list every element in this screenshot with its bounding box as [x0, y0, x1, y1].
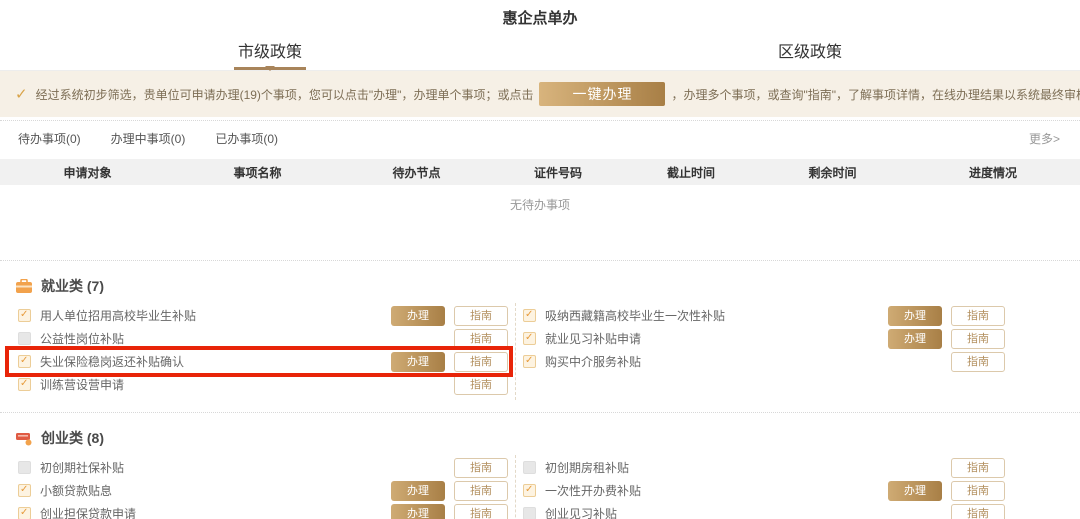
- policy-item-label: 一次性开办费补贴: [545, 482, 888, 499]
- page-title: 惠企点单办: [0, 0, 1080, 28]
- policy-item-label: 创业见习补贴: [545, 505, 951, 519]
- handle-button[interactable]: 办理: [391, 481, 445, 501]
- policy-item: 创业担保贷款申请 办理 指南: [18, 502, 508, 519]
- section-title: 就业类 (7): [41, 276, 104, 296]
- guide-button[interactable]: 指南: [454, 375, 508, 395]
- policy-item-label: 小额贷款贴息: [40, 482, 391, 499]
- policy-item-label: 用人单位招用高校毕业生补贴: [40, 307, 391, 324]
- policy-item-label: 初创期社保补贴: [40, 459, 454, 476]
- employment-right-column: 吸纳西藏籍高校毕业生一次性补贴 办理 指南 就业见习补贴申请 办理 指南 购买中…: [515, 303, 1080, 400]
- col-progress: 进度情况: [906, 164, 1080, 181]
- tab-district-policy-label: 区级政策: [774, 38, 846, 70]
- col-deadline: 截止时间: [623, 164, 759, 181]
- policy-item: 创业见习补贴 指南: [523, 502, 1005, 519]
- guide-button[interactable]: 指南: [951, 329, 1005, 349]
- guide-button[interactable]: 指南: [454, 458, 508, 478]
- section-title: 创业类 (8): [41, 428, 104, 448]
- col-applicant: 申请对象: [0, 164, 175, 181]
- policy-item-label: 购买中介服务补贴: [545, 353, 951, 370]
- policy-item: 初创期社保补贴 指南: [18, 456, 508, 479]
- policy-item: 吸纳西藏籍高校毕业生一次性补贴 办理 指南: [523, 304, 1005, 327]
- section-employment-header: 就业类 (7): [0, 261, 1080, 303]
- checkbox[interactable]: [523, 332, 536, 345]
- empty-state-text: 无待办事项: [0, 185, 1080, 260]
- checkbox[interactable]: [18, 507, 31, 519]
- guide-button[interactable]: 指南: [454, 504, 508, 519]
- handle-button[interactable]: 办理: [391, 504, 445, 519]
- tab-done-items[interactable]: 已办事项(0): [215, 130, 278, 147]
- guide-button[interactable]: 指南: [454, 306, 508, 326]
- entrepreneurship-left-column: 初创期社保补贴 指南 小额贷款贴息 办理 指南 创业担保贷款申请 办理 指南: [0, 455, 515, 519]
- handle-button[interactable]: 办理: [391, 352, 445, 372]
- notice-text-before: 经过系统初步筛选，贵单位可申请办理(19)个事项，您可以点击"办理"，办理单个事…: [36, 86, 534, 103]
- guide-button[interactable]: 指南: [951, 306, 1005, 326]
- guide-button[interactable]: 指南: [951, 458, 1005, 478]
- policy-item-label: 公益性岗位补贴: [40, 330, 454, 347]
- checkbox[interactable]: [523, 484, 536, 497]
- policy-item-label: 就业见习补贴申请: [545, 330, 888, 347]
- section-entrepreneurship: 创业类 (8) 初创期社保补贴 指南 小额贷款贴息 办理 指南 创业担保贷: [0, 413, 1080, 519]
- tab-district-policy[interactable]: 区级政策: [540, 38, 1080, 70]
- checkbox[interactable]: [523, 309, 536, 322]
- policy-level-tabs: 市级政策 区级政策: [0, 38, 1080, 71]
- policy-item: 用人单位招用高校毕业生补贴 办理 指南: [18, 304, 508, 327]
- policy-item-label: 失业保险稳岗返还补贴确认: [40, 353, 391, 370]
- checkbox[interactable]: [18, 355, 31, 368]
- checkbox[interactable]: [18, 332, 31, 345]
- guide-button[interactable]: 指南: [951, 481, 1005, 501]
- guide-button[interactable]: 指南: [454, 352, 508, 372]
- policy-item-label: 创业担保贷款申请: [40, 505, 391, 519]
- handle-button[interactable]: 办理: [888, 329, 942, 349]
- checkbox[interactable]: [18, 484, 31, 497]
- one-click-handle-button[interactable]: 一键办理: [539, 82, 665, 106]
- guide-button[interactable]: 指南: [454, 481, 508, 501]
- col-remaining-time: 剩余时间: [759, 164, 906, 181]
- checkbox[interactable]: [523, 507, 536, 519]
- checkbox[interactable]: [18, 309, 31, 322]
- col-certificate-no: 证件号码: [493, 164, 623, 181]
- handle-button[interactable]: 办理: [391, 306, 445, 326]
- tab-todo-items[interactable]: 待办事项(0): [18, 130, 81, 147]
- policy-item: 就业见习补贴申请 办理 指南: [523, 327, 1005, 350]
- policy-item: 一次性开办费补贴 办理 指南: [523, 479, 1005, 502]
- flag-chart-icon: [16, 431, 32, 446]
- tab-city-policy[interactable]: 市级政策: [0, 38, 540, 70]
- section-employment: 就业类 (7) 用人单位招用高校毕业生补贴 办理 指南 公益性岗位补贴 指南: [0, 261, 1080, 400]
- policy-item: 公益性岗位补贴 指南: [18, 327, 508, 350]
- checkbox[interactable]: [523, 461, 536, 474]
- policy-item: 小额贷款贴息 办理 指南: [18, 479, 508, 502]
- tab-city-policy-label: 市级政策: [234, 38, 306, 70]
- guide-button[interactable]: 指南: [951, 504, 1005, 519]
- policy-item-label: 吸纳西藏籍高校毕业生一次性补贴: [545, 307, 888, 324]
- todo-tabs-bar: 待办事项(0) 办理中事项(0) 已办事项(0) 更多>: [0, 121, 1080, 154]
- notice-text-after: ，办理多个事项，或查询"指南"，了解事项详情，在线办理结果以系统最终审核为准 。: [671, 86, 1080, 103]
- notice-bar: ✓ 经过系统初步筛选，贵单位可申请办理(19)个事项，您可以点击"办理"，办理单…: [0, 71, 1080, 117]
- checkbox[interactable]: [18, 378, 31, 391]
- todo-table-header: 申请对象 事项名称 待办节点 证件号码 截止时间 剩余时间 进度情况: [0, 159, 1080, 185]
- tab-in-progress-items[interactable]: 办理中事项(0): [111, 130, 186, 147]
- section-entrepreneurship-header: 创业类 (8): [0, 413, 1080, 455]
- policy-item-highlighted: 失业保险稳岗返还补贴确认 办理 指南: [18, 350, 508, 373]
- employment-left-column: 用人单位招用高校毕业生补贴 办理 指南 公益性岗位补贴 指南 失业保险稳岗返还补…: [0, 303, 515, 400]
- policy-item: 购买中介服务补贴 指南: [523, 350, 1005, 373]
- check-icon: ✓: [15, 85, 28, 103]
- col-item-name: 事项名称: [175, 164, 340, 181]
- policy-item-label: 初创期房租补贴: [545, 459, 951, 476]
- checkbox[interactable]: [18, 461, 31, 474]
- handle-button[interactable]: 办理: [888, 306, 942, 326]
- policy-item: 训练营设营申请 指南: [18, 373, 508, 396]
- checkbox[interactable]: [523, 355, 536, 368]
- briefcase-icon: [16, 279, 32, 294]
- handle-button[interactable]: 办理: [888, 481, 942, 501]
- more-link[interactable]: 更多>: [1029, 130, 1060, 147]
- col-pending-node: 待办节点: [340, 164, 493, 181]
- guide-button[interactable]: 指南: [951, 352, 1005, 372]
- policy-item: 初创期房租补贴 指南: [523, 456, 1005, 479]
- guide-button[interactable]: 指南: [454, 329, 508, 349]
- policy-item-label: 训练营设营申请: [40, 376, 454, 393]
- entrepreneurship-right-column: 初创期房租补贴 指南 一次性开办费补贴 办理 指南 创业见习补贴 指南: [515, 455, 1080, 519]
